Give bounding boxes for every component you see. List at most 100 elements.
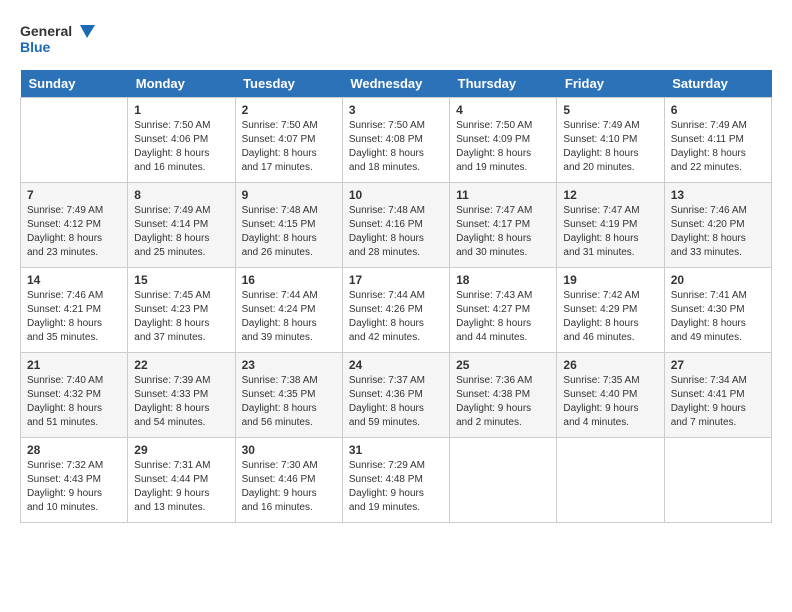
calendar-cell: 21 Sunrise: 7:40 AM Sunset: 4:32 PM Dayli…: [21, 353, 128, 438]
day-number: 24: [349, 358, 443, 372]
day-number: 9: [242, 188, 336, 202]
calendar-cell: 3 Sunrise: 7:50 AM Sunset: 4:08 PM Daylig…: [342, 98, 449, 183]
day-info: Sunrise: 7:49 AM Sunset: 4:10 PM Dayligh…: [563, 119, 657, 175]
calendar-header: SundayMondayTuesdayWednesdayThursdayFrid…: [21, 70, 772, 98]
calendar-cell: 26 Sunrise: 7:35 AM Sunset: 4:40 PM Dayli…: [557, 353, 664, 438]
day-info: Sunrise: 7:49 AM Sunset: 4:14 PM Dayligh…: [134, 204, 228, 260]
day-info: Sunrise: 7:35 AM Sunset: 4:40 PM Dayligh…: [563, 374, 657, 430]
day-number: 1: [134, 103, 228, 117]
day-number: 21: [27, 358, 121, 372]
weekday-header: Tuesday: [235, 70, 342, 98]
calendar-cell: 10 Sunrise: 7:48 AM Sunset: 4:16 PM Dayli…: [342, 183, 449, 268]
day-number: 30: [242, 443, 336, 457]
calendar-cell: 15Sunrise: 7:45 AM Sunset: 4:23 PM Dayli…: [128, 268, 235, 353]
day-number: 16: [242, 273, 336, 287]
calendar-week-row: 28 Sunrise: 7:32 AM Sunset: 4:43 PM Dayli…: [21, 438, 772, 523]
calendar-body: 1 Sunrise: 7:50 AM Sunset: 4:06 PM Daylig…: [21, 98, 772, 523]
weekday-header: Saturday: [664, 70, 771, 98]
calendar-week-row: 14Sunrise: 7:46 AM Sunset: 4:21 PM Dayli…: [21, 268, 772, 353]
calendar-cell: 20Sunrise: 7:41 AM Sunset: 4:30 PM Dayli…: [664, 268, 771, 353]
calendar-cell: 29Sunrise: 7:31 AM Sunset: 4:44 PM Dayli…: [128, 438, 235, 523]
day-number: 6: [671, 103, 765, 117]
day-number: 27: [671, 358, 765, 372]
weekday-header: Wednesday: [342, 70, 449, 98]
weekday-header: Sunday: [21, 70, 128, 98]
day-info: Sunrise: 7:29 AM Sunset: 4:48 PM Dayligh…: [349, 459, 443, 515]
day-info: Sunrise: 7:41 AM Sunset: 4:30 PM Dayligh…: [671, 289, 765, 345]
calendar-cell: 19 Sunrise: 7:42 AM Sunset: 4:29 PM Dayli…: [557, 268, 664, 353]
day-info: Sunrise: 7:44 AM Sunset: 4:26 PM Dayligh…: [349, 289, 443, 345]
calendar-cell: 7 Sunrise: 7:49 AM Sunset: 4:12 PM Daylig…: [21, 183, 128, 268]
day-info: Sunrise: 7:48 AM Sunset: 4:15 PM Dayligh…: [242, 204, 336, 260]
header: GeneralBlue: [20, 20, 772, 60]
calendar-cell: [21, 98, 128, 183]
calendar-cell: 1 Sunrise: 7:50 AM Sunset: 4:06 PM Daylig…: [128, 98, 235, 183]
calendar-cell: 16 Sunrise: 7:44 AM Sunset: 4:24 PM Dayli…: [235, 268, 342, 353]
calendar-cell: [450, 438, 557, 523]
calendar-cell: 8 Sunrise: 7:49 AM Sunset: 4:14 PM Daylig…: [128, 183, 235, 268]
day-number: 28: [27, 443, 121, 457]
day-info: Sunrise: 7:39 AM Sunset: 4:33 PM Dayligh…: [134, 374, 228, 430]
calendar-cell: 22 Sunrise: 7:39 AM Sunset: 4:33 PM Dayli…: [128, 353, 235, 438]
day-info: Sunrise: 7:50 AM Sunset: 4:06 PM Dayligh…: [134, 119, 228, 175]
day-info: Sunrise: 7:43 AM Sunset: 4:27 PM Dayligh…: [456, 289, 550, 345]
calendar-cell: 11 Sunrise: 7:47 AM Sunset: 4:17 PM Dayli…: [450, 183, 557, 268]
calendar-week-row: 7 Sunrise: 7:49 AM Sunset: 4:12 PM Daylig…: [21, 183, 772, 268]
day-info: Sunrise: 7:49 AM Sunset: 4:11 PM Dayligh…: [671, 119, 765, 175]
day-number: 10: [349, 188, 443, 202]
logo: GeneralBlue: [20, 20, 100, 60]
day-info: Sunrise: 7:42 AM Sunset: 4:29 PM Dayligh…: [563, 289, 657, 345]
day-number: 18: [456, 273, 550, 287]
calendar-cell: 6 Sunrise: 7:49 AM Sunset: 4:11 PM Daylig…: [664, 98, 771, 183]
day-info: Sunrise: 7:37 AM Sunset: 4:36 PM Dayligh…: [349, 374, 443, 430]
calendar-table: SundayMondayTuesdayWednesdayThursdayFrid…: [20, 70, 772, 523]
svg-text:General: General: [20, 23, 72, 39]
day-number: 17: [349, 273, 443, 287]
calendar-cell: 18 Sunrise: 7:43 AM Sunset: 4:27 PM Dayli…: [450, 268, 557, 353]
day-info: Sunrise: 7:50 AM Sunset: 4:08 PM Dayligh…: [349, 119, 443, 175]
calendar-cell: 17 Sunrise: 7:44 AM Sunset: 4:26 PM Dayli…: [342, 268, 449, 353]
calendar-cell: [557, 438, 664, 523]
day-info: Sunrise: 7:40 AM Sunset: 4:32 PM Dayligh…: [27, 374, 121, 430]
weekday-header: Monday: [128, 70, 235, 98]
day-info: Sunrise: 7:34 AM Sunset: 4:41 PM Dayligh…: [671, 374, 765, 430]
day-number: 22: [134, 358, 228, 372]
day-info: Sunrise: 7:49 AM Sunset: 4:12 PM Dayligh…: [27, 204, 121, 260]
calendar-cell: [664, 438, 771, 523]
calendar-cell: 4 Sunrise: 7:50 AM Sunset: 4:09 PM Daylig…: [450, 98, 557, 183]
calendar-cell: 27 Sunrise: 7:34 AM Sunset: 4:41 PM Dayli…: [664, 353, 771, 438]
day-number: 31: [349, 443, 443, 457]
calendar-cell: 30 Sunrise: 7:30 AM Sunset: 4:46 PM Dayli…: [235, 438, 342, 523]
day-number: 15: [134, 273, 228, 287]
calendar-cell: 25Sunrise: 7:36 AM Sunset: 4:38 PM Dayli…: [450, 353, 557, 438]
day-number: 8: [134, 188, 228, 202]
day-number: 7: [27, 188, 121, 202]
day-info: Sunrise: 7:47 AM Sunset: 4:19 PM Dayligh…: [563, 204, 657, 260]
calendar-cell: 12 Sunrise: 7:47 AM Sunset: 4:19 PM Dayli…: [557, 183, 664, 268]
day-info: Sunrise: 7:38 AM Sunset: 4:35 PM Dayligh…: [242, 374, 336, 430]
calendar-cell: 31 Sunrise: 7:29 AM Sunset: 4:48 PM Dayli…: [342, 438, 449, 523]
day-info: Sunrise: 7:44 AM Sunset: 4:24 PM Dayligh…: [242, 289, 336, 345]
day-number: 12: [563, 188, 657, 202]
day-info: Sunrise: 7:50 AM Sunset: 4:09 PM Dayligh…: [456, 119, 550, 175]
day-number: 3: [349, 103, 443, 117]
logo-icon: GeneralBlue: [20, 20, 100, 60]
day-number: 11: [456, 188, 550, 202]
calendar-cell: 14Sunrise: 7:46 AM Sunset: 4:21 PM Dayli…: [21, 268, 128, 353]
day-number: 19: [563, 273, 657, 287]
calendar-week-row: 21 Sunrise: 7:40 AM Sunset: 4:32 PM Dayli…: [21, 353, 772, 438]
day-info: Sunrise: 7:50 AM Sunset: 4:07 PM Dayligh…: [242, 119, 336, 175]
day-info: Sunrise: 7:31 AM Sunset: 4:44 PM Dayligh…: [134, 459, 228, 515]
day-number: 4: [456, 103, 550, 117]
day-number: 26: [563, 358, 657, 372]
calendar-cell: 28 Sunrise: 7:32 AM Sunset: 4:43 PM Dayli…: [21, 438, 128, 523]
calendar-cell: 5 Sunrise: 7:49 AM Sunset: 4:10 PM Daylig…: [557, 98, 664, 183]
day-info: Sunrise: 7:30 AM Sunset: 4:46 PM Dayligh…: [242, 459, 336, 515]
calendar-week-row: 1 Sunrise: 7:50 AM Sunset: 4:06 PM Daylig…: [21, 98, 772, 183]
day-number: 25: [456, 358, 550, 372]
day-info: Sunrise: 7:48 AM Sunset: 4:16 PM Dayligh…: [349, 204, 443, 260]
day-number: 5: [563, 103, 657, 117]
day-number: 2: [242, 103, 336, 117]
day-info: Sunrise: 7:47 AM Sunset: 4:17 PM Dayligh…: [456, 204, 550, 260]
day-info: Sunrise: 7:32 AM Sunset: 4:43 PM Dayligh…: [27, 459, 121, 515]
